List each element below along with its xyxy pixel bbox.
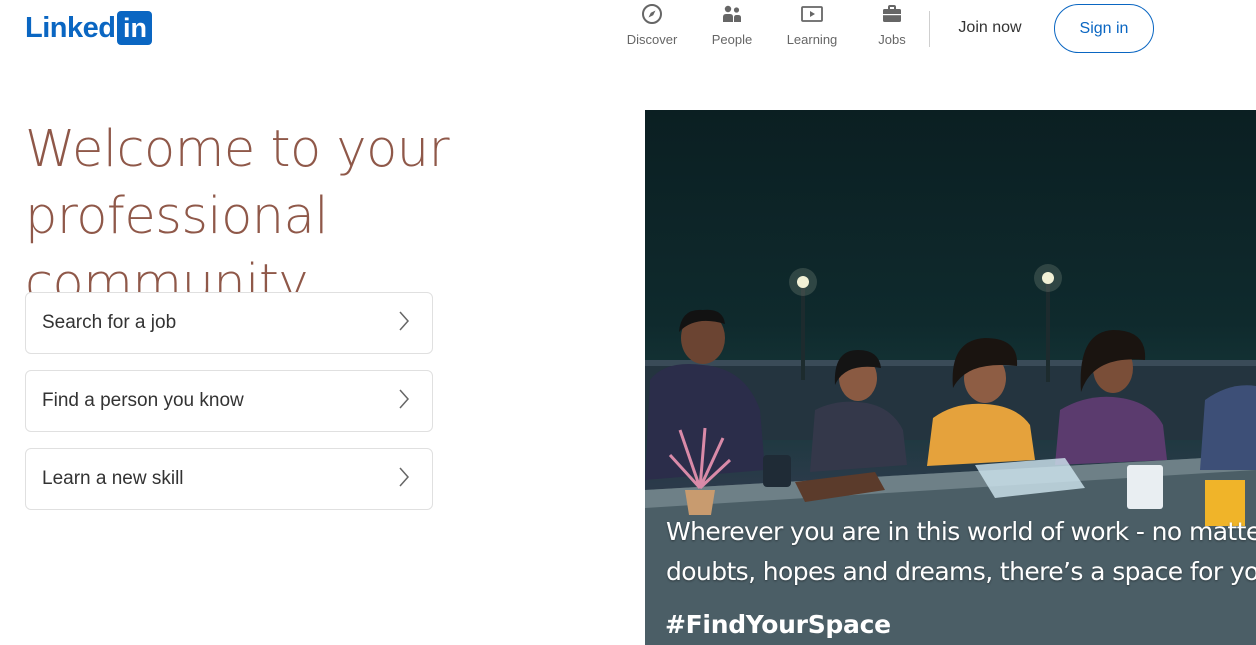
- photo-caption-line2: doubts, hopes and dreams, there’s a spac…: [666, 557, 1256, 586]
- learn-skill-card[interactable]: Learn a new skill: [25, 448, 433, 510]
- photo-hashtag: #FindYourSpace: [665, 610, 891, 639]
- find-person-card[interactable]: Find a person you know: [25, 370, 433, 432]
- learn-skill-label: Learn a new skill: [42, 468, 184, 489]
- linkedin-logo[interactable]: Linked in: [25, 11, 153, 45]
- nav-learning[interactable]: Learning: [772, 0, 852, 56]
- nav-discover[interactable]: Discover: [612, 0, 692, 56]
- find-person-label: Find a person you know: [42, 390, 244, 411]
- nav-divider: [929, 11, 930, 47]
- compass-icon: [640, 2, 664, 26]
- photo-caption: Wherever you are in this world of work -…: [666, 512, 1256, 592]
- search-job-card[interactable]: Search for a job: [25, 292, 433, 354]
- chevron-right-icon: [398, 466, 410, 493]
- search-job-label: Search for a job: [42, 312, 177, 333]
- logo-in-box: in: [117, 11, 153, 45]
- people-icon: [720, 2, 744, 26]
- nav-people[interactable]: People: [692, 0, 772, 56]
- hero-title: Welcome to your professional community: [25, 116, 615, 317]
- learning-icon: [800, 2, 824, 26]
- top-nav: Discover People Learning Jobs: [612, 0, 932, 56]
- nav-discover-label: Discover: [626, 32, 678, 47]
- briefcase-icon: [880, 2, 904, 26]
- logo-wordmark: Linked: [25, 12, 116, 44]
- hero-title-line1: Welcome to your: [25, 120, 450, 179]
- sign-in-button[interactable]: Sign in: [1054, 4, 1154, 53]
- chevron-right-icon: [398, 310, 410, 337]
- hero-photo: Wherever you are in this world of work -…: [645, 110, 1256, 645]
- page: Linked in Discover People Learning Jobs …: [0, 0, 1256, 645]
- photo-caption-line1: Wherever you are in this world of work -…: [666, 517, 1256, 546]
- chevron-right-icon: [398, 388, 410, 415]
- nav-people-label: People: [711, 32, 753, 47]
- nav-learning-label: Learning: [786, 32, 838, 47]
- join-now-button[interactable]: Join now: [944, 8, 1036, 48]
- quick-actions: Search for a job Find a person you know …: [25, 292, 433, 526]
- nav-jobs[interactable]: Jobs: [852, 0, 932, 56]
- nav-jobs-label: Jobs: [878, 32, 906, 47]
